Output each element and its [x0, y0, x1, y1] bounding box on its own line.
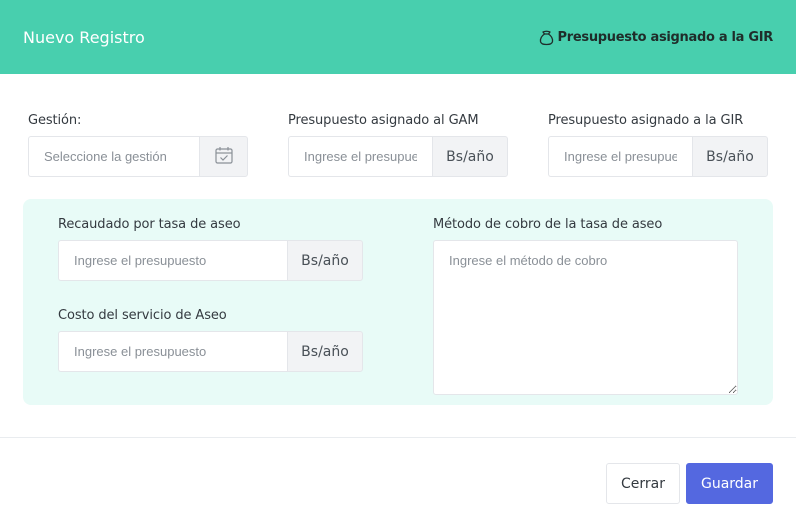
costo-label: Costo del servicio de Aseo	[58, 308, 227, 323]
recaudado-input[interactable]	[58, 240, 287, 281]
modal-title: Nuevo Registro	[23, 27, 145, 47]
calendar-check-icon	[214, 145, 234, 169]
metodo-label: Método de cobro de la tasa de aseo	[433, 217, 663, 232]
gir-input-group: Bs/año	[548, 136, 768, 177]
gestion-label: Gestión:	[28, 113, 82, 128]
recaudado-input-group: Bs/año	[58, 240, 363, 281]
costo-unit: Bs/año	[287, 331, 363, 372]
gir-label: Presupuesto asignado a la GIR	[548, 113, 744, 128]
footer-divider	[0, 437, 796, 438]
gir-unit: Bs/año	[692, 136, 768, 177]
gam-label: Presupuesto asignado al GAM	[288, 113, 479, 128]
gam-input[interactable]	[288, 136, 432, 177]
header-subtitle: Presupuesto asignado a la GIR	[557, 29, 774, 45]
gam-unit: Bs/año	[432, 136, 508, 177]
costo-input[interactable]	[58, 331, 287, 372]
gestion-input-group	[28, 136, 248, 177]
save-button[interactable]: Guardar	[686, 463, 773, 504]
money-bag-icon	[538, 29, 555, 46]
costo-input-group: Bs/año	[58, 331, 363, 372]
gam-input-group: Bs/año	[288, 136, 508, 177]
gir-input[interactable]	[548, 136, 692, 177]
recaudado-label: Recaudado por tasa de aseo	[58, 217, 241, 232]
header-subtitle-group: Presupuesto asignado a la GIR	[538, 29, 773, 46]
metodo-textarea[interactable]	[433, 240, 738, 395]
gestion-calendar-button[interactable]	[199, 136, 248, 177]
gestion-input[interactable]	[28, 136, 199, 177]
recaudado-unit: Bs/año	[287, 240, 363, 281]
close-button[interactable]: Cerrar	[606, 463, 680, 504]
modal-header: Nuevo Registro Presupuesto asignado a la…	[0, 0, 796, 74]
